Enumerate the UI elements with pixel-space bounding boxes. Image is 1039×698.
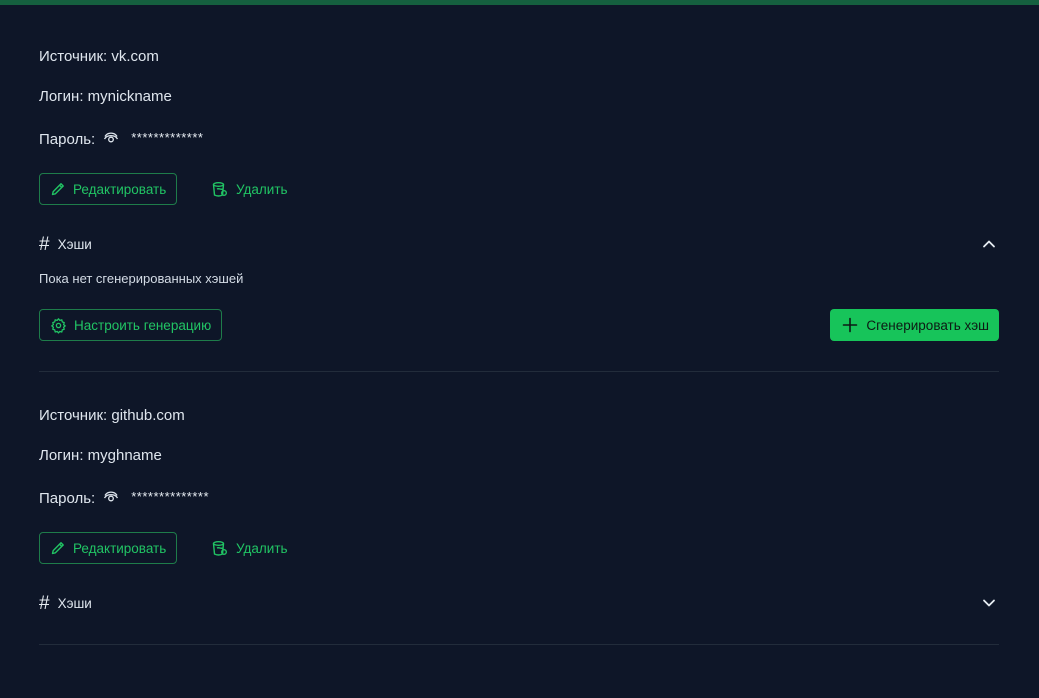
hashes-empty-text: Пока нет сгенерированных хэшей	[39, 271, 244, 286]
password-row: Пароль: *************	[39, 130, 204, 148]
hashes-toggle[interactable]: # Хэши	[39, 232, 999, 256]
password-label: Пароль:	[39, 490, 96, 507]
delete-button[interactable]: Удалить	[211, 173, 288, 205]
hash-icon: #	[39, 592, 50, 614]
hash-icon: #	[39, 233, 50, 255]
eye-icon[interactable]	[103, 130, 119, 146]
trash-icon	[212, 540, 227, 556]
hashes-toggle[interactable]: # Хэши	[39, 591, 999, 615]
password-masked: **************	[131, 489, 210, 504]
delete-button-label: Удалить	[236, 181, 288, 197]
password-entry: Источник: github.com Логин: myghname Пар…	[39, 372, 999, 645]
eye-icon[interactable]	[103, 489, 119, 505]
gear-icon	[51, 317, 66, 334]
edit-button-label: Редактировать	[73, 181, 167, 197]
pencil-icon	[51, 542, 64, 555]
password-masked: *************	[131, 130, 204, 145]
hashes-label: Хэши	[57, 595, 92, 611]
source-text: Источник: vk.com	[39, 48, 159, 65]
chevron-down-icon	[983, 599, 995, 607]
password-label: Пароль:	[39, 131, 96, 148]
edit-button-label: Редактировать	[73, 540, 167, 556]
edit-button[interactable]: Редактировать	[39, 173, 178, 205]
delete-button-label: Удалить	[236, 540, 288, 556]
generate-hash-label: Сгенерировать хэш	[866, 317, 989, 333]
password-row: Пароль: **************	[39, 489, 210, 507]
generate-hash-button[interactable]: Сгенерировать хэш	[830, 309, 999, 341]
trash-icon	[212, 181, 227, 197]
delete-button[interactable]: Удалить	[211, 532, 288, 564]
pencil-icon	[51, 183, 64, 196]
configure-generation-label: Настроить генерацию	[74, 317, 212, 333]
login-text: Логин: mynickname	[39, 88, 172, 105]
hashes-label: Хэши	[57, 236, 92, 252]
plus-icon	[843, 317, 858, 333]
login-text: Логин: myghname	[39, 447, 162, 464]
edit-button[interactable]: Редактировать	[39, 532, 178, 564]
chevron-up-icon	[983, 240, 995, 248]
source-text: Источник: github.com	[39, 407, 185, 424]
password-entry: Источник: vk.com Логин: mynickname Парол…	[39, 0, 999, 372]
configure-generation-button[interactable]: Настроить генерацию	[39, 309, 223, 341]
